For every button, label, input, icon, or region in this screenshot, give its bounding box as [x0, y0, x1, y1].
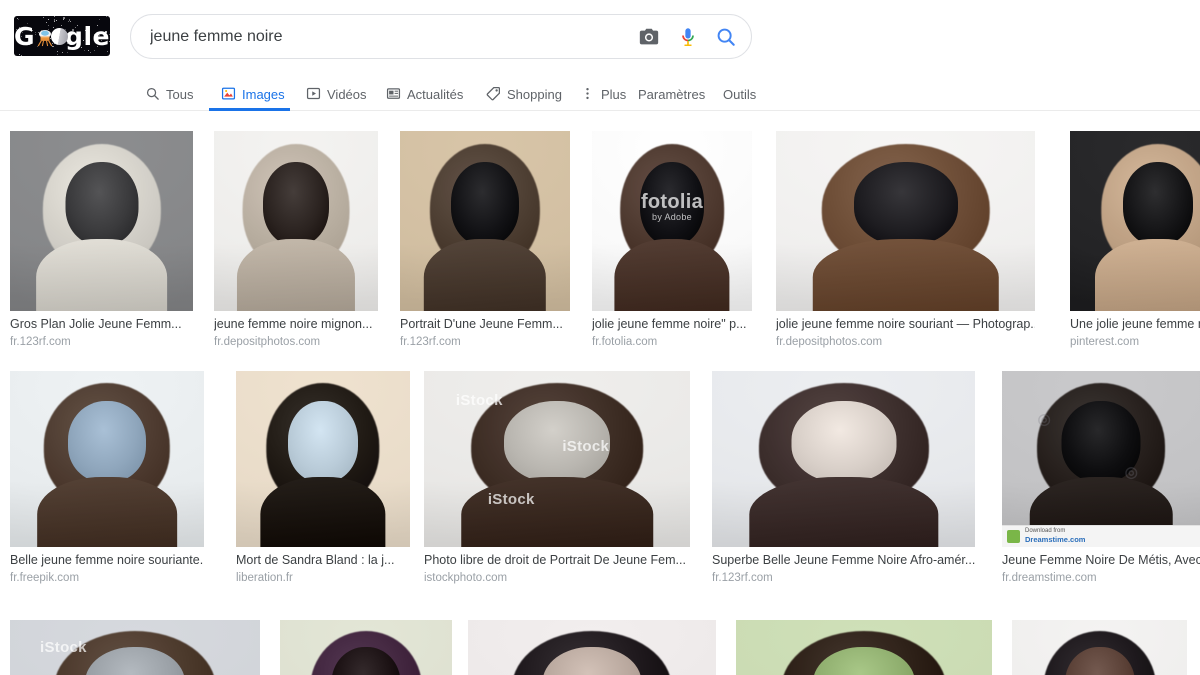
result-caption[interactable]: Jeune Femme Noire De Métis, Avec	[1002, 553, 1200, 568]
image-result-tile[interactable]	[736, 620, 992, 675]
nav-tab-label: Shopping	[507, 86, 562, 102]
result-thumbnail[interactable]	[1012, 620, 1187, 675]
moon-icon	[50, 24, 69, 49]
result-thumbnail[interactable]	[10, 131, 193, 311]
result-source-domain[interactable]: liberation.fr	[236, 571, 410, 585]
result-caption[interactable]: Mort de Sandra Bland : la j...	[236, 553, 410, 568]
image-result-tile[interactable]	[468, 620, 716, 675]
result-source-domain[interactable]: fr.fotolia.com	[592, 335, 752, 349]
logo-letter-l: l	[83, 21, 93, 51]
result-thumbnail[interactable]	[712, 371, 975, 547]
result-caption[interactable]: jeune femme noire mignon...	[214, 317, 378, 332]
play-icon	[306, 87, 321, 99]
result-source-domain[interactable]: fr.123rf.com	[712, 571, 975, 585]
result-caption[interactable]: jolie jeune femme noire" p...	[592, 317, 752, 332]
image-result-tile[interactable]: Mort de Sandra Bland : la j... liberation…	[236, 371, 410, 585]
image-result-tile[interactable]: fotolia by Adobe jolie jeune femme noire" …	[592, 131, 752, 349]
search-type-navbar: Tous Images Vidéos Actualités Shopping P…	[0, 76, 1200, 111]
result-caption[interactable]: Portrait D'une Jeune Femm...	[400, 317, 570, 332]
image-result-tile[interactable]: jeune femme noire mignon... fr.depositpho…	[214, 131, 378, 349]
dreamstime-watermark-bar: Download from Dreamstime.com	[1002, 525, 1200, 547]
nav-tab-label: Actualités	[407, 86, 464, 102]
search-box[interactable]	[130, 14, 752, 59]
result-source-domain[interactable]: fr.123rf.com	[400, 335, 570, 349]
image-result-tile[interactable]: Gros Plan Jolie Jeune Femm... fr.123rf.co…	[10, 131, 193, 349]
nav-tab-label: Vidéos	[327, 86, 367, 102]
image-result-tile[interactable]: jolie jeune femme noire souriant — Photo…	[776, 131, 1035, 349]
result-source-domain[interactable]: fr.123rf.com	[10, 335, 193, 349]
nav-tab-label: Tous	[166, 86, 194, 102]
image-result-tile[interactable]: Une jolie jeune femme n pinterest.com	[1070, 131, 1200, 349]
image-result-tile[interactable]: Belle jeune femme noire souriante... fr.f…	[10, 371, 204, 585]
result-thumbnail[interactable]: iStock iStock iStock	[10, 620, 260, 675]
photo-icon	[221, 87, 236, 99]
nav-tab-vidos[interactable]: Vidéos	[306, 76, 367, 110]
nav-tab-plus[interactable]: Plus	[580, 76, 626, 110]
result-thumbnail[interactable]: fotolia by Adobe	[592, 131, 752, 311]
result-thumbnail[interactable]	[400, 131, 570, 311]
nav-tab-tous[interactable]: Tous	[145, 76, 193, 110]
nav-tab-actualits[interactable]: Actualités	[386, 76, 463, 110]
result-caption[interactable]: Superbe Belle Jeune Femme Noire Afro-amé…	[712, 553, 975, 568]
newspaper-icon	[386, 87, 401, 99]
result-thumbnail[interactable]	[214, 131, 378, 311]
result-thumbnail[interactable]	[468, 620, 716, 675]
result-source-domain[interactable]: istockphoto.com	[424, 571, 690, 585]
result-thumbnail[interactable]: iStock iStock iStock	[424, 371, 690, 547]
result-source-domain[interactable]: fr.depositphotos.com	[776, 335, 1035, 349]
image-result-tile[interactable]: Portrait D'une Jeune Femm... fr.123rf.com	[400, 131, 570, 349]
image-result-tile[interactable]: Download from Dreamstime.com ◎ ◎ Jeune Fe…	[1002, 371, 1200, 585]
nav-tab-shopping[interactable]: Shopping	[486, 76, 562, 110]
result-thumbnail[interactable]	[236, 371, 410, 547]
nav-tab-label: Outils	[723, 86, 757, 102]
search-submit-icon[interactable]	[715, 26, 737, 48]
result-caption[interactable]: Belle jeune femme noire souriante...	[10, 553, 204, 568]
result-source-domain[interactable]: fr.dreamstime.com	[1002, 571, 1200, 585]
logo-letter-e: e	[92, 21, 110, 51]
lunar-lander-icon	[35, 24, 53, 49]
result-caption[interactable]: Gros Plan Jolie Jeune Femm...	[10, 317, 193, 332]
result-source-domain[interactable]: fr.depositphotos.com	[214, 335, 378, 349]
result-caption[interactable]: Photo libre de droit de Portrait De Jeun…	[424, 553, 690, 568]
image-result-tile[interactable]: iStock iStock iStock	[10, 620, 260, 675]
image-results-grid[interactable]: Gros Plan Jolie Jeune Femm... fr.123rf.co…	[0, 111, 1200, 675]
nav-tab-outils[interactable]: Outils	[723, 76, 756, 110]
google-doodle-logo[interactable]: G g l e	[14, 16, 110, 56]
image-result-tile[interactable]	[1012, 620, 1187, 675]
camera-icon[interactable]	[638, 26, 660, 48]
nav-tab-images[interactable]: Images	[221, 76, 285, 110]
nav-tab-label: Images	[242, 86, 285, 102]
microphone-icon[interactable]	[677, 26, 699, 48]
result-source-domain[interactable]: fr.freepik.com	[10, 571, 204, 585]
result-caption[interactable]: Une jolie jeune femme n	[1070, 317, 1200, 332]
search-header: G g l e jeune femme noire Tous Images Vi…	[0, 0, 1200, 111]
result-source-domain[interactable]: pinterest.com	[1070, 335, 1200, 349]
more-vert-icon	[586, 87, 589, 99]
price-tag-icon	[486, 86, 500, 100]
nav-tab-label: Plus	[601, 86, 627, 102]
nav-tab-label: Paramètres	[638, 86, 706, 102]
image-result-tile[interactable]: Superbe Belle Jeune Femme Noire Afro-amé…	[712, 371, 975, 585]
result-thumbnail[interactable]	[776, 131, 1035, 311]
result-thumbnail[interactable]	[1070, 131, 1200, 311]
magnifier-icon	[146, 87, 159, 100]
result-thumbnail[interactable]	[736, 620, 992, 675]
nav-tab-paramtres[interactable]: Paramètres	[638, 76, 705, 110]
result-caption[interactable]: jolie jeune femme noire souriant — Photo…	[776, 317, 1035, 332]
result-thumbnail[interactable]: Download from Dreamstime.com ◎ ◎	[1002, 371, 1200, 547]
result-thumbnail[interactable]	[280, 620, 452, 675]
google-wordmark: G g l e	[14, 16, 110, 56]
image-result-tile[interactable]	[280, 620, 452, 675]
image-result-tile[interactable]: iStock iStock iStock Photo libre de droit…	[424, 371, 690, 585]
result-thumbnail[interactable]	[10, 371, 204, 547]
logo-letter-g: G	[14, 21, 36, 51]
